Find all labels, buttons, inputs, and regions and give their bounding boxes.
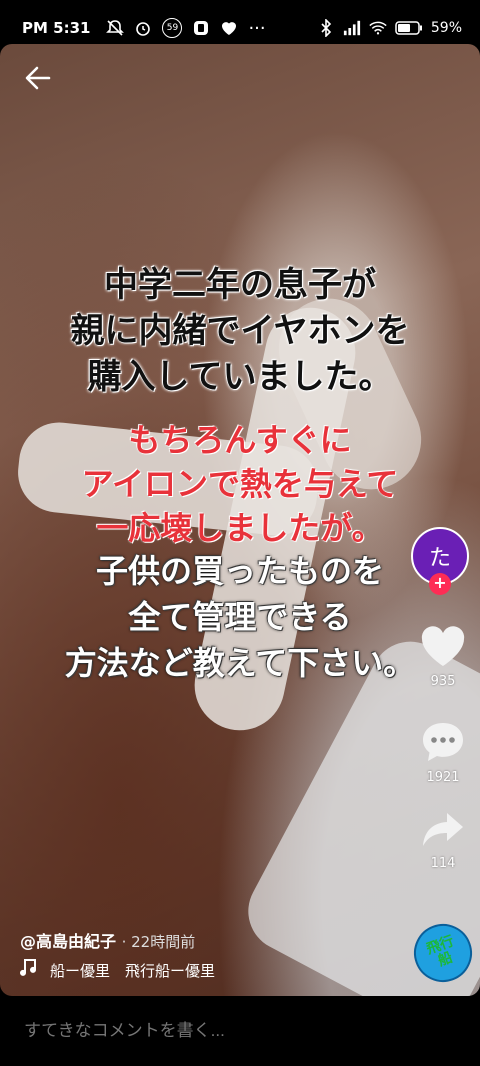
caption-line: もちろんすぐに xyxy=(128,421,352,459)
notification-count-icon: 59 xyxy=(162,18,183,38)
caption-line: 全て管理できる xyxy=(128,598,352,636)
caption-line: 中学二年の息子が xyxy=(104,265,376,305)
back-button[interactable] xyxy=(22,62,54,94)
signal-icon xyxy=(343,19,361,37)
avatar-letter: た xyxy=(428,546,451,571)
caption-line: 子供の買ったものを xyxy=(95,552,384,590)
arrow-left-icon xyxy=(25,66,51,90)
caption-black: 中学二年の息子が 親に内緒でイヤホンを 購入していました。 xyxy=(0,262,480,400)
caption-line: アイロンで熱を与えて xyxy=(81,465,399,503)
like-button[interactable]: 935 xyxy=(416,626,470,689)
comment-bubble-icon xyxy=(416,720,470,764)
share-arrow-icon xyxy=(416,810,470,850)
caption-line: 購入していました。 xyxy=(87,357,393,397)
author-info[interactable]: @高島由紀子 · 22時間前 xyxy=(20,928,195,952)
music-note-icon xyxy=(20,958,38,982)
like-count: 935 xyxy=(430,674,456,689)
music-title: 船ー優里 飛行船ー優里 xyxy=(50,961,216,980)
follow-button[interactable]: + xyxy=(429,573,451,595)
share-button[interactable]: 114 xyxy=(416,810,470,871)
disc-label: 飛行船 xyxy=(424,933,457,970)
comment-input[interactable] xyxy=(24,1021,444,1041)
share-count: 114 xyxy=(430,856,456,871)
comment-button[interactable]: 1921 xyxy=(416,720,470,785)
notification-count: 59 xyxy=(166,23,179,33)
status-time: PM 5:31 xyxy=(22,19,91,37)
comment-count: 1921 xyxy=(426,770,460,785)
wifi-icon xyxy=(369,19,387,37)
more-status-dots: ··· xyxy=(248,17,266,39)
muted-bell-icon xyxy=(106,19,125,37)
heart-icon xyxy=(416,626,470,668)
bluetooth-icon xyxy=(317,19,335,37)
caption-line: 一応壊しましたが。 xyxy=(96,509,384,547)
author-handle[interactable]: @高島由紀子 xyxy=(20,932,116,951)
caption-line: 親に内緒でイヤホンを xyxy=(70,311,410,351)
caption-white: 子供の買ったものを 全て管理できる 方法など教えて下さい。 xyxy=(0,548,480,686)
posted-time: · 22時間前 xyxy=(121,933,196,951)
caption-red: もちろんすぐに アイロンで熱を与えて 一応壊しましたが。 xyxy=(0,418,480,550)
alarm-clock-icon xyxy=(134,19,152,37)
comment-bar xyxy=(0,996,480,1066)
app-notification-icon xyxy=(192,19,210,37)
music-info[interactable]: 船ー優里 飛行船ー優里 xyxy=(20,958,215,982)
battery-percent: 59% xyxy=(430,20,462,36)
heart-status-icon xyxy=(220,19,238,37)
caption-line: 方法など教えて下さい。 xyxy=(64,644,416,682)
battery-icon xyxy=(395,19,423,37)
